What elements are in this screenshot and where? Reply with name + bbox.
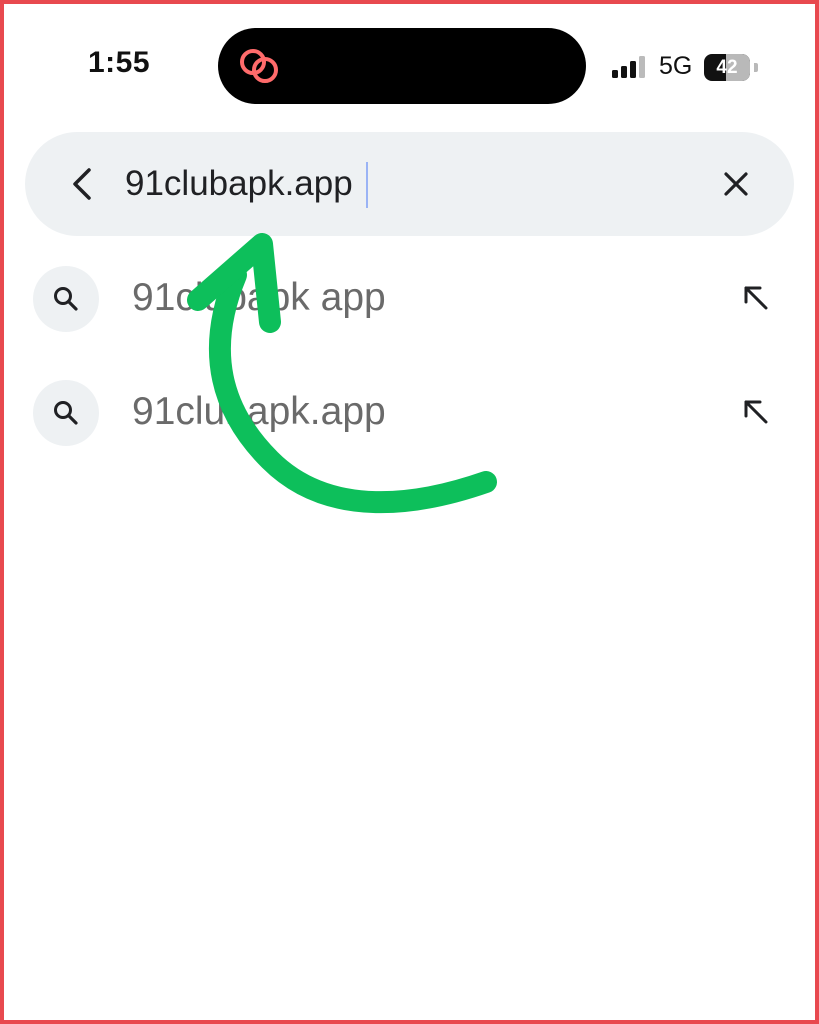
- dynamic-island: [218, 28, 586, 104]
- suggestion-item[interactable]: 91clubapk.app: [0, 368, 819, 458]
- suggestion-text: 91clubapk app: [132, 276, 386, 319]
- battery-tip: [754, 63, 758, 72]
- link-rings-icon: [240, 49, 278, 83]
- text-cursor: [366, 162, 368, 208]
- network-type: 5G: [659, 52, 693, 80]
- search-bar[interactable]: [25, 132, 794, 236]
- suggestion-item[interactable]: 91clubapk app: [0, 254, 819, 344]
- chevron-left-icon[interactable]: [65, 166, 101, 202]
- arrow-up-left-icon[interactable]: [740, 282, 772, 314]
- cellular-signal-icon: [612, 56, 645, 78]
- battery-icon: 42: [704, 54, 750, 81]
- suggestion-text: 91clubapk.app: [132, 390, 386, 433]
- search-icon: [54, 287, 78, 311]
- suggestion-icon-container: [33, 266, 99, 332]
- status-bar: 1:55 5G 42: [0, 0, 819, 120]
- search-input[interactable]: [125, 160, 685, 208]
- status-time: 1:55: [88, 46, 151, 79]
- close-icon[interactable]: [720, 168, 752, 200]
- suggestion-icon-container: [33, 380, 99, 446]
- search-icon: [54, 401, 78, 425]
- arrow-up-left-icon[interactable]: [740, 396, 772, 428]
- battery-level: 42: [716, 57, 738, 78]
